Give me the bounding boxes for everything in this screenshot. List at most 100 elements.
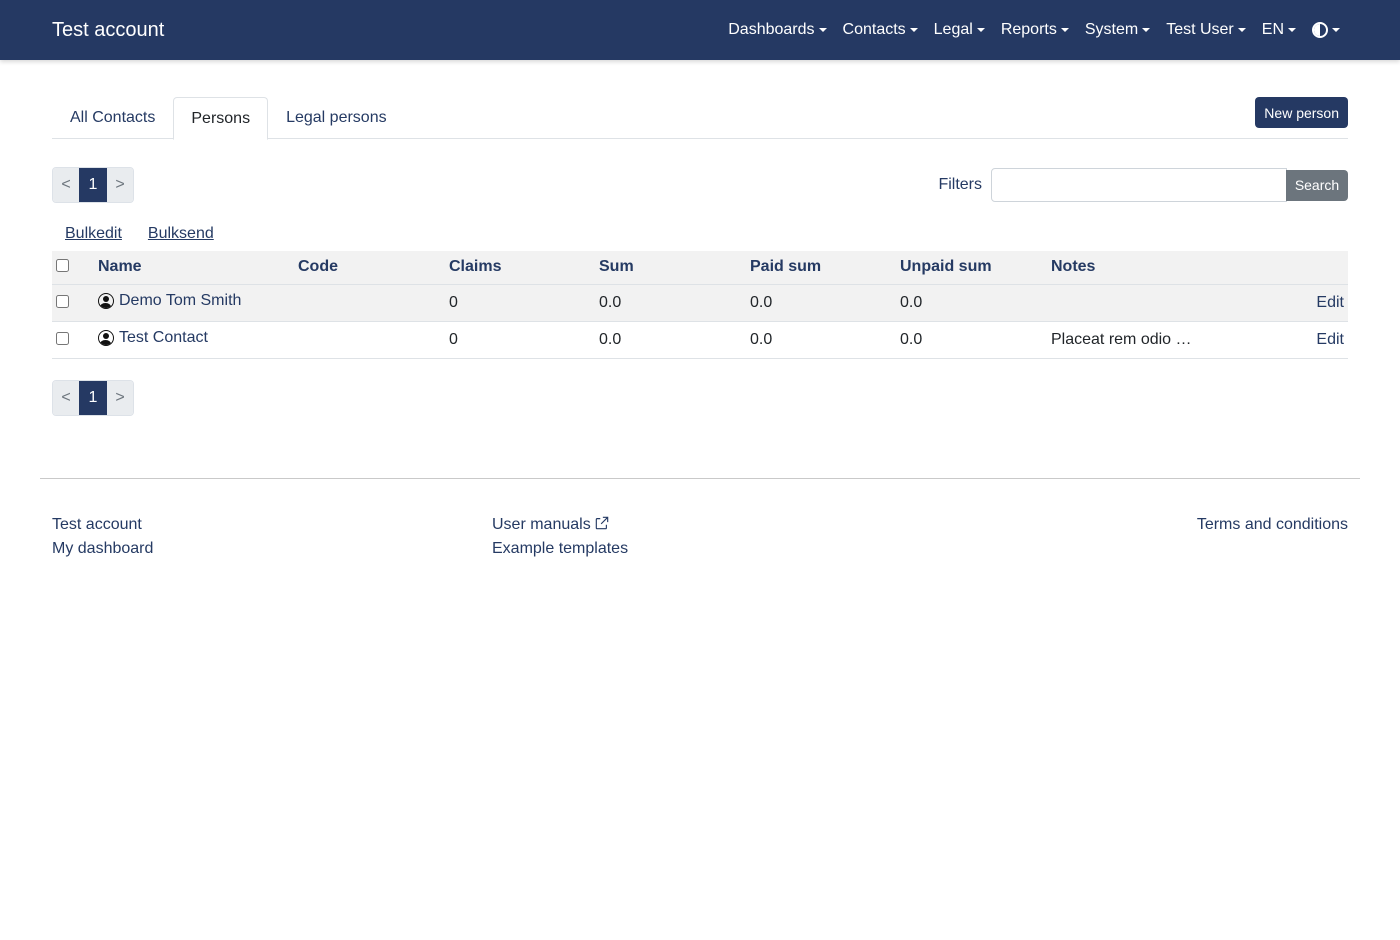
nav-reports-label: Reports — [1000, 21, 1057, 38]
header-unpaid-sum[interactable]: Unpaid sum — [900, 251, 1051, 284]
table-row: Demo Tom Smith 0 0.0 0.0 0.0 Edit — [52, 284, 1348, 321]
bulkedit-link[interactable]: Bulkedit — [65, 225, 122, 251]
contact-name: Demo Tom Smith — [119, 291, 242, 309]
nav-legal-label: Legal — [933, 21, 973, 38]
name-cell: Test Contact — [98, 321, 298, 358]
persons-table: Name Code Claims Sum Paid sum Unpaid sum… — [52, 251, 1348, 359]
caret-down-icon — [1142, 28, 1151, 32]
unpaid-sum-cell: 0.0 — [900, 330, 923, 348]
bulk-actions: Bulkedit Bulksend — [52, 225, 1348, 251]
contacts-tabs: All Contacts Persons Legal persons New p… — [52, 97, 1348, 140]
nav-legal-dropdown[interactable]: Legal — [926, 0, 993, 60]
page-prev-button[interactable]: < — [53, 168, 79, 202]
list-controls: < 1 > Filters Search — [52, 167, 1348, 203]
new-person-button[interactable]: New person — [1255, 97, 1348, 128]
table-row: Test Contact 0 0.0 0.0 0.0 Placeat rem o… — [52, 321, 1348, 358]
nav-menu: Dashboards Contacts Legal Reports System… — [720, 0, 1348, 60]
person-circle-icon — [98, 329, 114, 346]
header-notes[interactable]: Notes — [1051, 251, 1231, 284]
nav-language-label: EN — [1261, 21, 1284, 38]
search-button[interactable]: Search — [1286, 169, 1348, 201]
edit-cell: Edit — [1231, 321, 1348, 358]
user-manuals-label: User manuals — [492, 515, 591, 533]
sum-cell: 0.0 — [599, 330, 622, 348]
nav-reports-dropdown[interactable]: Reports — [993, 0, 1077, 60]
header-actions — [1231, 251, 1348, 284]
nav-system-label: System — [1084, 21, 1139, 38]
page-current-button[interactable]: 1 — [79, 380, 107, 415]
nav-dashboards-label: Dashboards — [728, 21, 815, 38]
header-claims[interactable]: Claims — [449, 251, 599, 284]
nav-user-label: Test User — [1166, 21, 1234, 38]
filters-label: Filters — [938, 176, 982, 193]
caret-down-icon — [909, 28, 918, 32]
notes-cell — [1051, 284, 1231, 321]
footer-column-legal: Terms and conditions — [1197, 513, 1348, 561]
contact-name: Test Contact — [119, 328, 208, 346]
footer-column-help: User manuals Example templates — [492, 513, 1197, 561]
top-navbar: Test account Dashboards Contacts Legal R… — [0, 0, 1400, 60]
footer-account-link[interactable]: Test account — [52, 513, 492, 537]
edit-link[interactable]: Edit — [1316, 294, 1344, 311]
pagination-bottom: < 1 > — [52, 379, 134, 416]
caret-down-icon — [1237, 28, 1246, 32]
page-next-button[interactable]: > — [107, 168, 133, 202]
footer-dashboard-link[interactable]: My dashboard — [52, 537, 492, 561]
page-footer: Test account My dashboard User manuals E… — [0, 479, 1400, 561]
tab-all-contacts[interactable]: All Contacts — [52, 97, 173, 139]
brand-link[interactable]: Test account — [52, 19, 164, 42]
contact-name-link[interactable]: Test Contact — [98, 329, 208, 347]
table-header-row: Name Code Claims Sum Paid sum Unpaid sum… — [52, 251, 1348, 284]
name-cell: Demo Tom Smith — [98, 284, 298, 321]
paid-sum-cell: 0.0 — [750, 293, 773, 311]
nav-theme-dropdown[interactable] — [1304, 0, 1348, 60]
filters-input[interactable] — [991, 168, 1287, 202]
row-checkbox[interactable] — [56, 331, 69, 345]
caret-down-icon — [976, 28, 985, 32]
caret-down-icon — [1060, 28, 1069, 32]
page-current-button[interactable]: 1 — [79, 168, 107, 202]
page-prev-button[interactable]: < — [53, 380, 79, 415]
filters-group: Filters Search — [938, 168, 1348, 202]
main-content: All Contacts Persons Legal persons New p… — [0, 97, 1400, 416]
sum-cell: 0.0 — [599, 293, 622, 311]
header-paid-sum[interactable]: Paid sum — [750, 251, 900, 284]
edit-link[interactable]: Edit — [1316, 331, 1344, 348]
header-name[interactable]: Name — [98, 251, 298, 284]
contrast-icon — [1312, 22, 1328, 38]
unpaid-sum-cell: 0.0 — [900, 293, 923, 311]
tab-legal-persons[interactable]: Legal persons — [268, 97, 405, 139]
code-cell — [298, 321, 449, 358]
nav-user-dropdown[interactable]: Test User — [1158, 0, 1254, 60]
caret-down-icon — [1288, 28, 1296, 32]
nav-contacts-dropdown[interactable]: Contacts — [835, 0, 926, 60]
paid-sum-cell: 0.0 — [750, 330, 773, 348]
select-all-cell — [52, 251, 98, 284]
code-cell — [298, 284, 449, 321]
header-sum[interactable]: Sum — [599, 251, 750, 284]
edit-cell: Edit — [1231, 284, 1348, 321]
page-next-button[interactable]: > — [107, 380, 133, 415]
caret-down-icon — [1332, 28, 1340, 32]
footer-terms-link[interactable]: Terms and conditions — [1197, 513, 1348, 537]
bulksend-link[interactable]: Bulksend — [148, 225, 214, 251]
person-circle-icon — [98, 292, 114, 309]
row-checkbox[interactable] — [56, 294, 69, 308]
contact-name-link[interactable]: Demo Tom Smith — [98, 292, 241, 310]
footer-example-templates-link[interactable]: Example templates — [492, 537, 1197, 561]
footer-user-manuals-link[interactable]: User manuals — [492, 513, 1197, 537]
caret-down-icon — [818, 28, 827, 32]
claims-cell: 0 — [449, 293, 458, 311]
claims-cell: 0 — [449, 330, 458, 348]
nav-contacts-label: Contacts — [842, 21, 906, 38]
header-code[interactable]: Code — [298, 251, 449, 284]
tab-persons[interactable]: Persons — [173, 97, 269, 140]
select-all-checkbox[interactable] — [56, 259, 69, 273]
pagination-top: < 1 > — [52, 167, 134, 203]
footer-column-account: Test account My dashboard — [52, 513, 492, 561]
nav-dashboards-dropdown[interactable]: Dashboards — [720, 0, 834, 60]
nav-language-dropdown[interactable]: EN — [1254, 0, 1304, 60]
external-link-icon — [595, 516, 608, 529]
nav-system-dropdown[interactable]: System — [1077, 0, 1158, 60]
notes-cell: Placeat rem odio … — [1051, 330, 1192, 348]
